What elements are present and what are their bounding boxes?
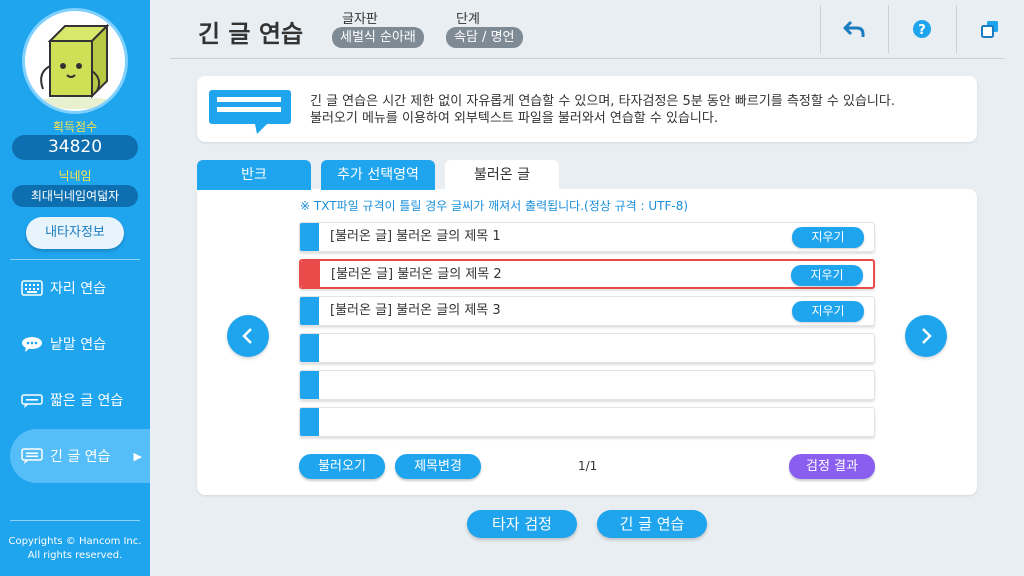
row-marker (300, 371, 319, 399)
message-icon (207, 88, 295, 138)
chevron-right-icon (922, 328, 932, 344)
info-box: 긴 글 연습은 시간 제한 없이 자유롭게 연습할 수 있으며, 타자검정은 5… (197, 76, 977, 142)
nickname-value: 최대닉네임여덟자 (12, 185, 138, 207)
page-title: 긴 글 연습 (198, 20, 304, 48)
menu-item-position-practice[interactable]: 자리 연습 (10, 261, 150, 315)
menu-item-label: 낱말 연습 (50, 337, 106, 353)
keyboard-icon (20, 279, 44, 297)
nickname-label: 닉네임 (58, 169, 92, 183)
sidebar-divider (10, 520, 140, 521)
back-icon (843, 20, 864, 37)
text-title: [불러온 글] 불러온 글의 제목 1 (330, 229, 501, 244)
keyboard-layout-value: 세벌식 순아래 (332, 27, 424, 48)
text-title: [불러온 글] 불러온 글의 제목 3 (330, 303, 501, 318)
speech-bubble-icon (20, 335, 44, 353)
test-result-button[interactable]: 검정 결과 (789, 454, 875, 479)
header-divider (170, 58, 1004, 59)
tab-bank[interactable]: 반크 (197, 160, 311, 190)
row-marker (300, 334, 319, 362)
level-label: 단계 (456, 12, 480, 27)
text-list-item[interactable]: [불러온 글] 불러온 글의 제목 3 지우기 (299, 296, 875, 326)
text-list-item-selected[interactable]: [불러온 글] 불러온 글의 제목 2 지우기 (299, 259, 875, 289)
menu-item-short-text-practice[interactable]: 짧은 글 연습 (10, 373, 150, 427)
menu-item-label: 자리 연습 (50, 281, 106, 297)
row-marker (300, 408, 319, 436)
text-list-item[interactable]: [불러온 글] 불러온 글의 제목 1 지우기 (299, 222, 875, 252)
back-button[interactable] (820, 5, 886, 53)
help-icon: ? (912, 20, 931, 38)
chevron-right-icon: ▶ (133, 449, 142, 463)
menu-item-long-text-practice[interactable]: 긴 글 연습 ▶ (10, 429, 150, 483)
copyright-line: Copyrights © Hancom Inc. (8, 536, 142, 547)
copyright-line: All rights reserved. (27, 550, 123, 561)
delete-button[interactable]: 지우기 (792, 227, 864, 248)
info-line: 긴 글 연습은 시간 제한 없이 자유롭게 연습할 수 있으며, 타자검정은 5… (310, 94, 895, 109)
level-value: 속담 / 명언 (446, 27, 523, 48)
delete-button[interactable]: 지우기 (792, 301, 864, 322)
next-page-button[interactable] (905, 315, 947, 357)
typing-test-button[interactable]: 타자 검정 (467, 510, 577, 538)
row-marker (301, 261, 320, 287)
short-text-icon (20, 391, 44, 409)
score-label: 획득점수 (52, 120, 98, 134)
copyright: Copyrights © Hancom Inc. All rights rese… (0, 535, 150, 563)
info-line: 불러오기 메뉴를 이용하여 외부텍스트 파일을 불러와서 연습할 수 있습니다. (310, 111, 718, 126)
page-indicator: 1/1 (578, 459, 598, 473)
sidebar: 획득점수 34820 닉네임 최대닉네임여덟자 내타자정보 자리 연습 낱말 연… (0, 0, 150, 576)
encoding-notice: ※ TXT파일 규격이 틀릴 경우 글씨가 깨져서 출력됩니다.(정상 규격 :… (300, 199, 689, 213)
my-info-button[interactable]: 내타자정보 (26, 217, 124, 249)
keyboard-layout-label: 글자판 (342, 12, 378, 27)
row-marker (300, 223, 319, 251)
prev-page-button[interactable] (227, 315, 269, 357)
box-character-icon (35, 23, 115, 109)
rename-button[interactable]: 제목변경 (395, 454, 481, 479)
tab-extra-selection[interactable]: 추가 선택영역 (321, 160, 435, 190)
text-title: [불러온 글] 불러온 글의 제목 2 (331, 267, 502, 282)
window-button[interactable] (956, 5, 1022, 53)
delete-button[interactable]: 지우기 (791, 265, 863, 286)
row-marker (300, 297, 319, 325)
avatar (22, 8, 128, 114)
window-icon (980, 21, 998, 38)
info-text: 긴 글 연습은 시간 제한 없이 자유롭게 연습할 수 있으며, 타자검정은 5… (310, 93, 895, 127)
svg-text:?: ? (918, 23, 926, 38)
long-text-icon (20, 447, 44, 465)
text-list-item-empty[interactable] (299, 370, 875, 400)
text-list-item-empty[interactable] (299, 407, 875, 437)
long-text-practice-button[interactable]: 긴 글 연습 (597, 510, 707, 538)
tab-loaded-text[interactable]: 불러온 글 (445, 160, 559, 191)
menu-item-word-practice[interactable]: 낱말 연습 (10, 317, 150, 371)
load-button[interactable]: 불러오기 (299, 454, 385, 479)
sidebar-divider (10, 259, 140, 260)
chevron-left-icon (242, 328, 252, 344)
help-button[interactable]: ? (888, 5, 954, 53)
menu-item-label: 짧은 글 연습 (50, 393, 124, 409)
text-list-item-empty[interactable] (299, 333, 875, 363)
menu-item-label: 긴 글 연습 (50, 449, 111, 465)
score-value: 34820 (12, 135, 138, 160)
